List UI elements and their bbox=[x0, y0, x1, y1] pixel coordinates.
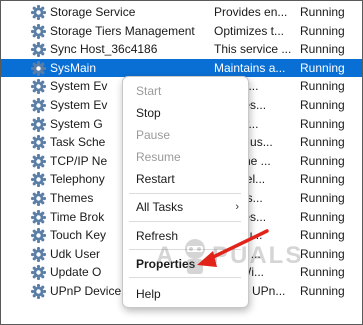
service-description: Maintains a... bbox=[214, 60, 286, 75]
service-status: Running bbox=[300, 246, 345, 261]
menu-item-properties[interactable]: Properties bbox=[136, 255, 195, 273]
services-window: Storage Service Provides en... Running Stor… bbox=[0, 0, 363, 325]
service-status: Running bbox=[300, 42, 345, 57]
menu-item-restart[interactable]: Restart bbox=[136, 170, 175, 188]
menu-item-all-tasks[interactable]: All Tasks bbox=[136, 198, 183, 216]
service-name: Storage Service bbox=[50, 5, 136, 19]
service-status: Running bbox=[300, 5, 345, 19]
service-row[interactable]: SysMain Maintains a... Running bbox=[1, 58, 362, 78]
service-name: Storage Tiers Management bbox=[50, 23, 195, 38]
service-status: Running bbox=[300, 97, 345, 112]
menu-item-help[interactable]: Help bbox=[136, 285, 161, 303]
menu-separator bbox=[129, 249, 241, 250]
service-status: Running bbox=[300, 172, 345, 187]
menu-separator bbox=[129, 193, 241, 194]
menu-separator bbox=[129, 221, 241, 222]
service-status: Running bbox=[300, 209, 345, 224]
context-menu: Start Stop Pause Resume Restart All Task… bbox=[122, 76, 249, 308]
menu-item-pause[interactable]: Pause bbox=[136, 126, 170, 144]
gear-icon bbox=[30, 97, 47, 114]
gear-icon bbox=[30, 79, 47, 95]
service-status: Running bbox=[300, 153, 345, 168]
service-row[interactable]: Sync Host_36c4186 This service ... Running bbox=[1, 40, 362, 59]
service-description: This service ... bbox=[214, 42, 292, 57]
chevron-right-icon: › bbox=[235, 201, 239, 213]
service-status: Running bbox=[300, 135, 345, 150]
service-status: Running bbox=[300, 283, 345, 298]
gear-icon bbox=[30, 265, 47, 281]
gear-icon bbox=[30, 209, 47, 225]
service-status: Running bbox=[300, 228, 345, 243]
menu-separator bbox=[129, 277, 241, 278]
gear-icon bbox=[30, 246, 47, 262]
service-status: Running bbox=[300, 79, 345, 94]
service-name: SysMain bbox=[50, 60, 97, 75]
service-status: Running bbox=[300, 116, 345, 131]
gear-icon bbox=[30, 172, 47, 188]
menu-item-stop[interactable]: Stop bbox=[136, 104, 161, 122]
service-description: Optimizes t... bbox=[214, 23, 285, 38]
gear-icon bbox=[30, 153, 47, 169]
gear-icon bbox=[30, 116, 47, 132]
service-status: Running bbox=[300, 190, 345, 205]
gear-icon bbox=[30, 228, 47, 244]
menu-item-resume[interactable]: Resume bbox=[136, 148, 181, 166]
service-row[interactable]: Storage Tiers Management Optimizes t... Ru… bbox=[1, 22, 362, 41]
service-name: Sync Host_36c4186 bbox=[50, 42, 158, 57]
service-description: Provides en... bbox=[214, 5, 288, 19]
service-row[interactable]: Storage Service Provides en... Running bbox=[1, 3, 362, 22]
menu-item-refresh[interactable]: Refresh bbox=[136, 227, 178, 245]
gear-icon bbox=[30, 190, 47, 207]
menu-item-start[interactable]: Start bbox=[136, 82, 161, 100]
service-status: Running bbox=[300, 60, 345, 75]
gear-icon bbox=[30, 283, 47, 300]
gear-icon bbox=[30, 60, 47, 76]
service-status: Running bbox=[300, 23, 345, 38]
gear-icon bbox=[30, 135, 47, 151]
gear-icon bbox=[30, 42, 47, 58]
gear-icon bbox=[30, 4, 47, 21]
gear-icon bbox=[30, 23, 47, 39]
service-status: Running bbox=[300, 265, 345, 280]
